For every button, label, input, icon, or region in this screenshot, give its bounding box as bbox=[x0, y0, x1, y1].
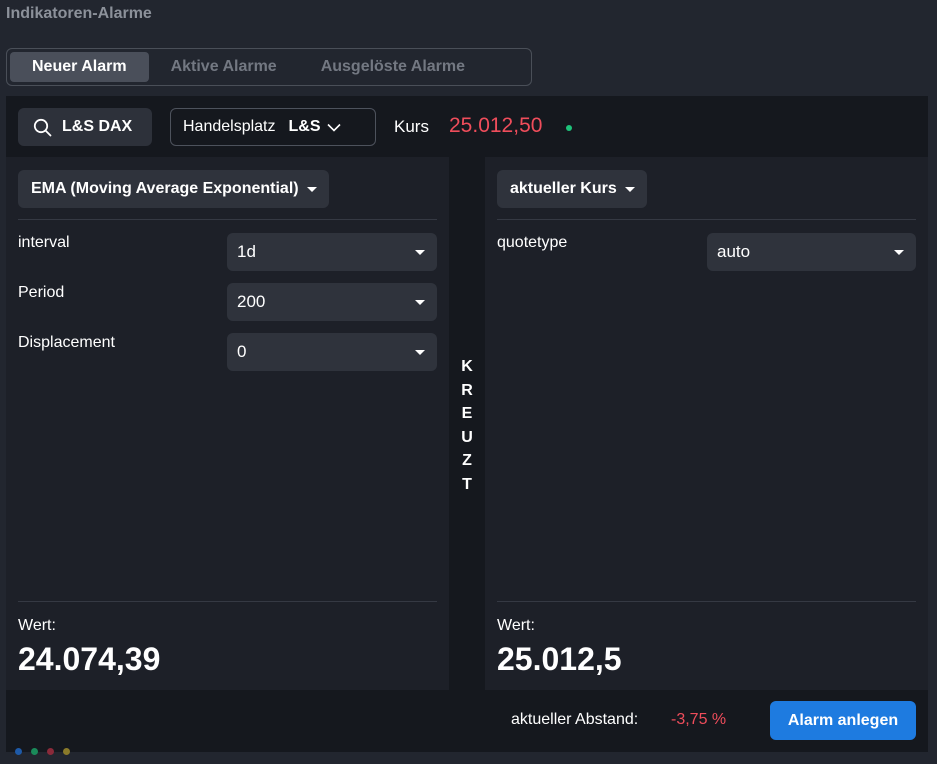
operator-letter: U bbox=[461, 428, 473, 446]
chevron-down-icon bbox=[326, 123, 341, 132]
left-indicator-panel: EMA (Moving Average Exponential) interva… bbox=[6, 157, 449, 690]
caret-down-icon bbox=[306, 186, 317, 192]
create-alarm-button[interactable]: Alarm anlegen bbox=[770, 701, 916, 740]
divider-line bbox=[497, 601, 916, 602]
caret-down-icon bbox=[415, 350, 425, 355]
distance-label: aktueller Abstand: bbox=[511, 711, 639, 728]
right-indicator-select[interactable]: aktueller Kurs bbox=[497, 170, 647, 208]
footer-bar: aktueller Abstand: -3,75 % Alarm anlegen bbox=[6, 690, 928, 752]
displacement-value: 0 bbox=[237, 342, 247, 361]
status-dot bbox=[15, 748, 22, 755]
tab-active-alarms[interactable]: Aktive Alarme bbox=[149, 52, 299, 82]
status-dot bbox=[47, 748, 54, 755]
caret-down-icon bbox=[415, 250, 425, 255]
market-select[interactable]: Handelsplatz L&S bbox=[170, 108, 376, 146]
interval-select[interactable]: 1d bbox=[227, 233, 437, 271]
operator-column: K R E U Z T bbox=[449, 157, 485, 690]
live-indicator-dot bbox=[566, 125, 572, 131]
quotetype-value: auto bbox=[717, 242, 751, 261]
param-label-interval: interval bbox=[18, 234, 70, 251]
instrument-label: L&S DAX bbox=[62, 118, 133, 135]
window-title: Indikatoren-Alarme bbox=[6, 5, 152, 22]
period-select[interactable]: 200 bbox=[227, 283, 437, 321]
operator-letter: Z bbox=[462, 452, 472, 469]
left-value-label: Wert: bbox=[18, 617, 56, 634]
interval-value: 1d bbox=[237, 242, 256, 261]
right-indicator-label: aktueller Kurs bbox=[510, 180, 617, 197]
market-label: Handelsplatz bbox=[183, 118, 276, 135]
divider-line bbox=[18, 601, 437, 602]
tab-new-alarm[interactable]: Neuer Alarm bbox=[10, 52, 149, 82]
operator-letter: R bbox=[461, 381, 473, 399]
status-dot bbox=[63, 748, 70, 755]
operator-label-crosses[interactable]: K R E U Z T bbox=[449, 355, 485, 496]
divider-line bbox=[497, 219, 916, 220]
param-label-displacement: Displacement bbox=[18, 334, 115, 351]
price-value: 25.012,50 bbox=[449, 114, 543, 137]
param-label-quotetype: quotetype bbox=[497, 234, 568, 251]
tab-triggered-alarms[interactable]: Ausgelöste Alarme bbox=[299, 52, 487, 82]
toolbar: L&S DAX Handelsplatz L&S Kurs 25.012,50 bbox=[6, 96, 928, 157]
operator-letter: T bbox=[462, 475, 472, 493]
price-label: Kurs bbox=[394, 117, 429, 136]
status-dot bbox=[31, 748, 38, 755]
tab-bar: Neuer Alarm Aktive Alarme Ausgelöste Ala… bbox=[6, 48, 532, 86]
operator-letter: K bbox=[461, 358, 473, 375]
divider-line bbox=[18, 219, 437, 220]
market-value: L&S bbox=[288, 118, 321, 135]
left-indicator-select[interactable]: EMA (Moving Average Exponential) bbox=[18, 170, 329, 208]
caret-down-icon bbox=[624, 186, 635, 192]
right-indicator-panel: aktueller Kurs quotetype auto Wert: 25.0… bbox=[485, 157, 928, 690]
param-label-period: Period bbox=[18, 284, 65, 301]
right-value: 25.012,5 bbox=[497, 641, 622, 677]
caret-down-icon bbox=[894, 250, 904, 255]
caret-down-icon bbox=[415, 300, 425, 305]
status-dots bbox=[15, 748, 70, 755]
period-value: 200 bbox=[237, 292, 266, 311]
search-icon bbox=[33, 118, 52, 137]
displacement-select[interactable]: 0 bbox=[227, 333, 437, 371]
left-value: 24.074,39 bbox=[18, 641, 161, 677]
right-value-label: Wert: bbox=[497, 617, 535, 634]
distance-value: -3,75 % bbox=[671, 711, 727, 728]
instrument-search-button[interactable]: L&S DAX bbox=[18, 108, 152, 146]
quotetype-select[interactable]: auto bbox=[707, 233, 916, 271]
operator-letter: E bbox=[461, 405, 473, 422]
left-indicator-label: EMA (Moving Average Exponential) bbox=[31, 180, 299, 197]
